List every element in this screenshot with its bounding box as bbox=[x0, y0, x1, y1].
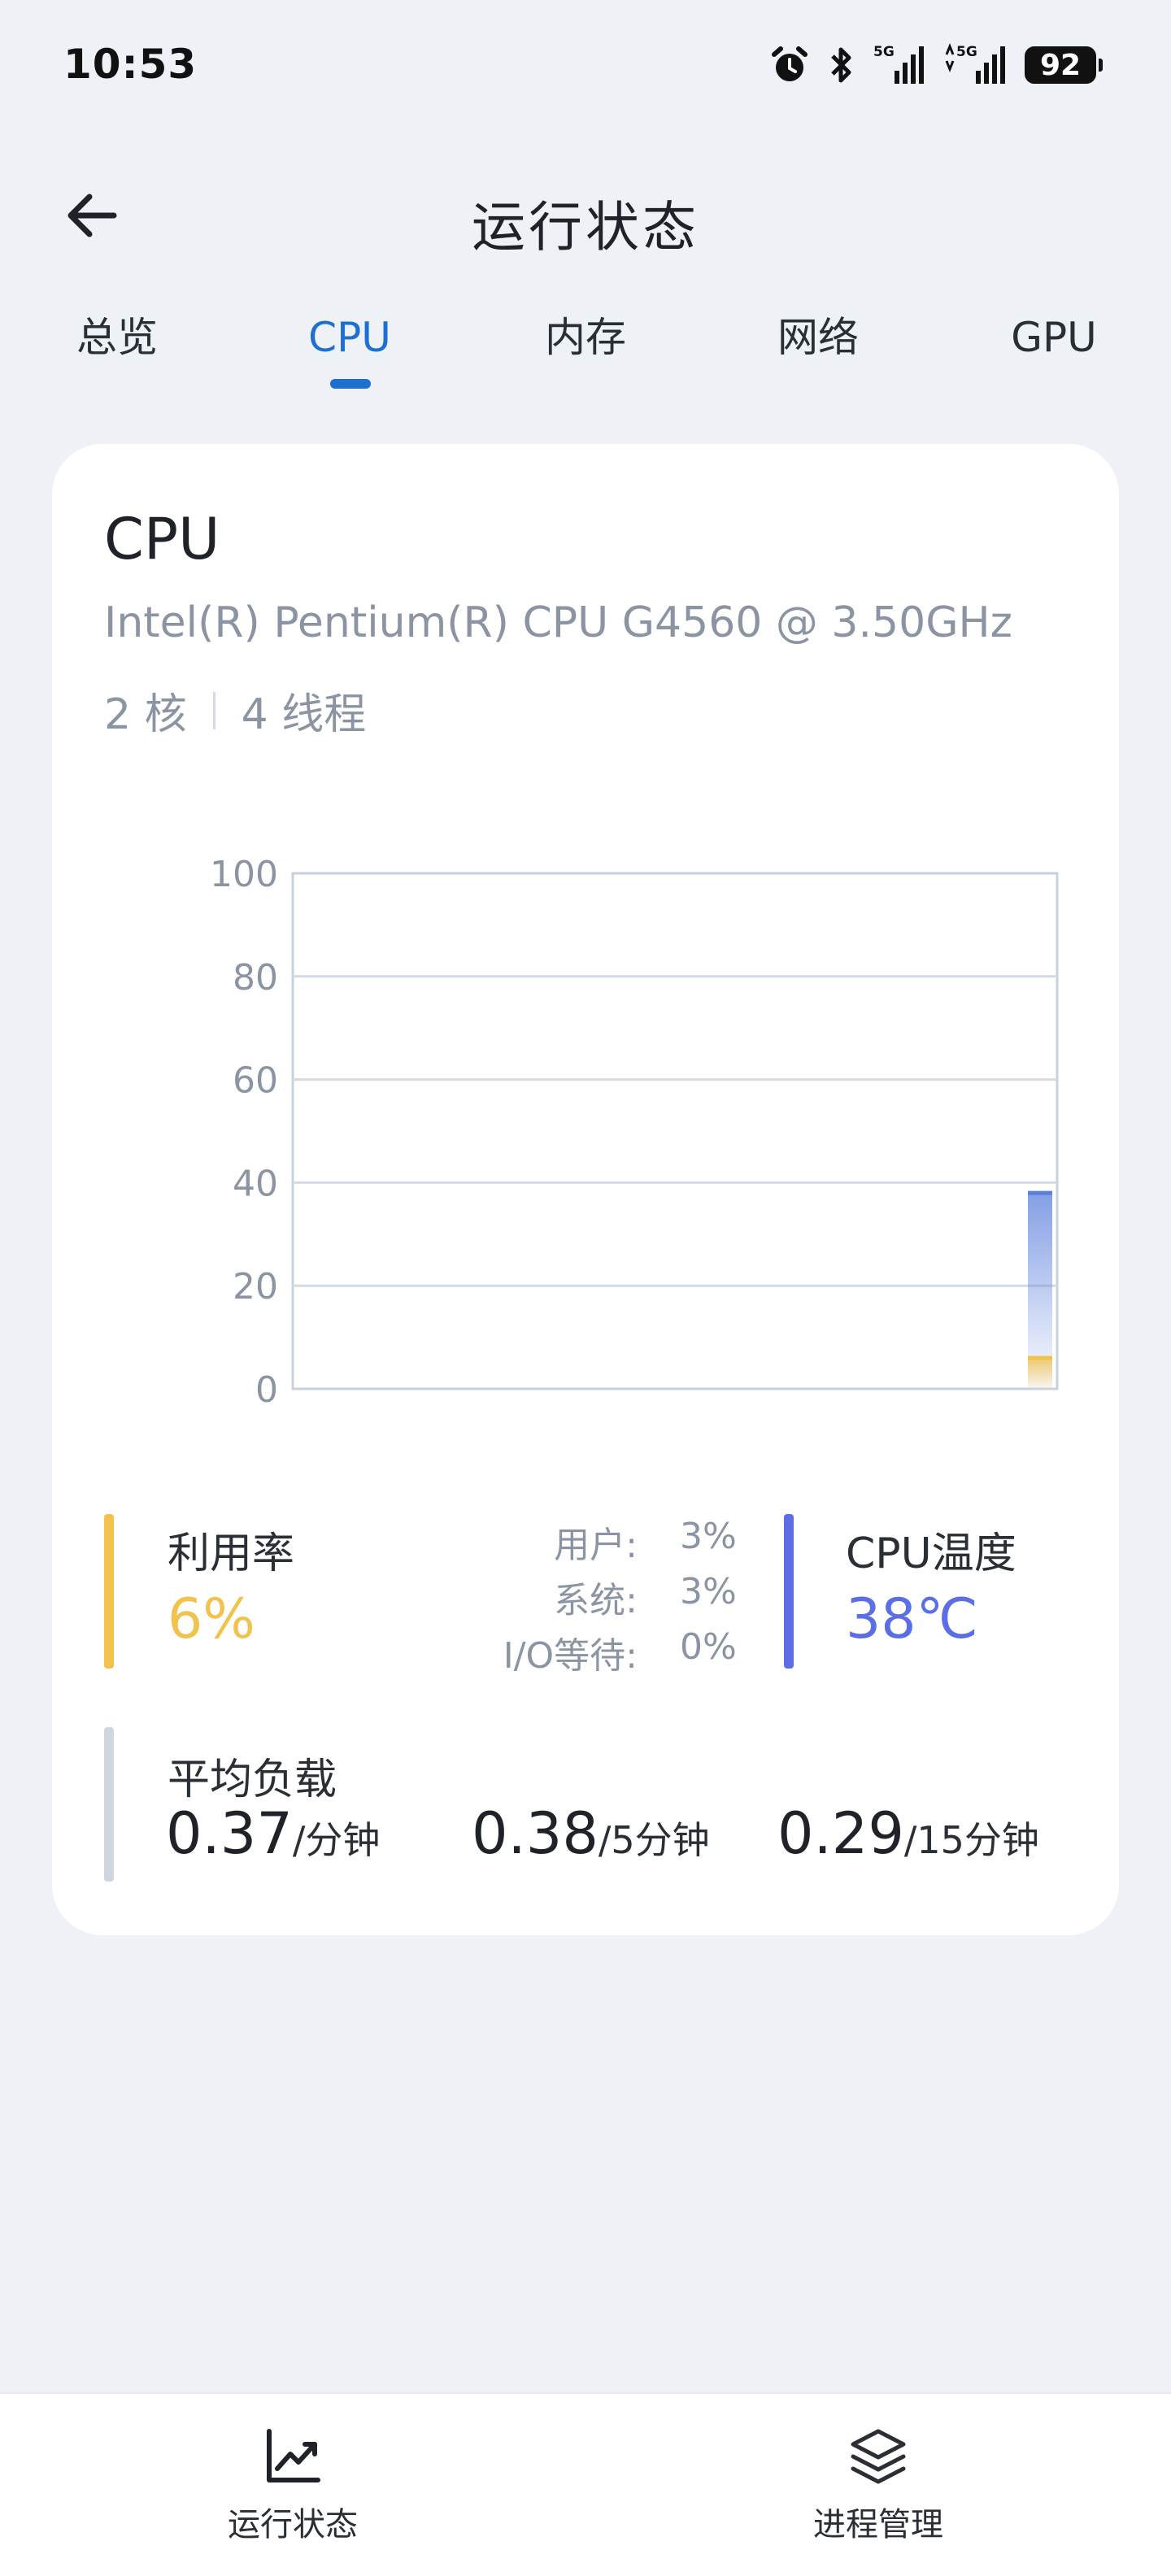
tab-network[interactable]: 网络 bbox=[737, 309, 899, 398]
signal-5g-icon: 5G bbox=[873, 43, 925, 87]
y-tick-label: 20 bbox=[233, 1266, 278, 1308]
detail-key: I/O等待: bbox=[503, 1635, 638, 1677]
usage-detail-system: 系统: 3% bbox=[402, 1571, 743, 1621]
load-value: 0.29 bbox=[777, 1800, 904, 1867]
y-tick-label: 40 bbox=[233, 1163, 278, 1204]
tab-bar: 总览 CPU 内存 网络 GPU bbox=[0, 309, 1171, 398]
usage-value: 6% bbox=[168, 1587, 255, 1651]
app-screen: 10:53 5G 5G 92 运行状态 总览 CPU 内存 网络 GPU CPU… bbox=[0, 0, 1171, 2576]
tab-overview[interactable]: 总览 bbox=[36, 309, 198, 398]
cpu-title: CPU bbox=[104, 506, 220, 572]
svg-text:5G: 5G bbox=[873, 44, 895, 60]
tab-label: 网络 bbox=[777, 314, 859, 361]
load-accent-bar bbox=[104, 1727, 114, 1882]
load-value: 0.38 bbox=[472, 1800, 599, 1867]
cpu-card: CPU Intel(R) Pentium(R) CPU G4560 @ 3.50… bbox=[52, 444, 1119, 1935]
nav-label: 运行状态 bbox=[228, 2506, 358, 2543]
cpu-core-info: 2 核 4 线程 bbox=[104, 680, 366, 741]
usage-detail-user: 用户: 3% bbox=[402, 1516, 743, 1566]
svg-text:5G: 5G bbox=[956, 44, 977, 60]
temperature-label: CPU温度 bbox=[846, 1530, 1016, 1578]
battery-indicator: 92 bbox=[1025, 46, 1103, 84]
temperature-value: 38℃ bbox=[846, 1587, 978, 1651]
load-unit: /15分钟 bbox=[903, 1818, 1039, 1862]
y-tick-label: 80 bbox=[233, 957, 278, 999]
cpu-threads: 4 线程 bbox=[241, 690, 367, 739]
detail-value: 0% bbox=[680, 1626, 737, 1668]
tab-label: 总览 bbox=[76, 314, 158, 361]
usage-detail-iowait: I/O等待: 0% bbox=[402, 1626, 743, 1677]
tab-cpu[interactable]: CPU bbox=[268, 309, 431, 398]
nav-item-processes[interactable]: 进程管理 bbox=[756, 2426, 1000, 2565]
detail-key: 系统: bbox=[554, 1580, 638, 1621]
series-area bbox=[1028, 1357, 1052, 1387]
usage-accent-bar bbox=[104, 1514, 114, 1669]
load-1min: 0.37/分钟 bbox=[166, 1800, 380, 1867]
load-15min: 0.29/15分钟 bbox=[777, 1800, 1039, 1867]
divider bbox=[212, 691, 215, 729]
load-value: 0.37 bbox=[166, 1800, 293, 1867]
plot-frame bbox=[291, 872, 1059, 1390]
cpu-usage-chart: 100 80 60 40 20 0 bbox=[210, 854, 1059, 1411]
status-bar: 10:53 5G 5G 92 bbox=[0, 0, 1171, 122]
active-tab-indicator bbox=[330, 379, 371, 389]
cpu-model: Intel(R) Pentium(R) CPU G4560 @ 3.50GHz bbox=[104, 598, 1012, 647]
tab-label: CPU bbox=[308, 314, 391, 361]
layers-icon bbox=[851, 2429, 906, 2484]
load-unit: /5分钟 bbox=[598, 1818, 710, 1862]
tab-label: GPU bbox=[1011, 314, 1097, 361]
bottom-nav: 运行状态 进程管理 bbox=[0, 2392, 1171, 2576]
y-tick-label: 60 bbox=[233, 1060, 278, 1102]
load-unit: /分钟 bbox=[292, 1818, 381, 1862]
detail-value: 3% bbox=[680, 1516, 737, 1557]
nav-item-status[interactable]: 运行状态 bbox=[171, 2426, 415, 2565]
y-tick-label: 0 bbox=[255, 1369, 278, 1411]
y-tick-label: 100 bbox=[210, 854, 278, 895]
app-header: 运行状态 bbox=[0, 163, 1171, 268]
nav-label: 进程管理 bbox=[813, 2506, 943, 2543]
signal-5g-icon: 5G bbox=[943, 43, 1007, 87]
tab-label: 内存 bbox=[545, 314, 626, 361]
load-5min: 0.38/5分钟 bbox=[472, 1800, 710, 1867]
page-title: 运行状态 bbox=[472, 196, 699, 259]
alarm-icon bbox=[769, 45, 810, 85]
cpu-cores: 2 核 bbox=[104, 690, 187, 739]
temperature-accent-bar bbox=[784, 1514, 794, 1669]
detail-value: 3% bbox=[680, 1571, 737, 1612]
detail-key: 用户: bbox=[554, 1525, 638, 1566]
bluetooth-icon bbox=[828, 45, 855, 85]
status-icons: 5G 5G 92 bbox=[769, 41, 1103, 89]
tab-gpu[interactable]: GPU bbox=[973, 309, 1135, 398]
tab-memory[interactable]: 内存 bbox=[504, 309, 667, 398]
line-chart-icon bbox=[267, 2429, 320, 2482]
usage-label: 利用率 bbox=[168, 1530, 295, 1578]
status-time: 10:53 bbox=[63, 41, 198, 88]
load-label: 平均负载 bbox=[168, 1756, 337, 1804]
